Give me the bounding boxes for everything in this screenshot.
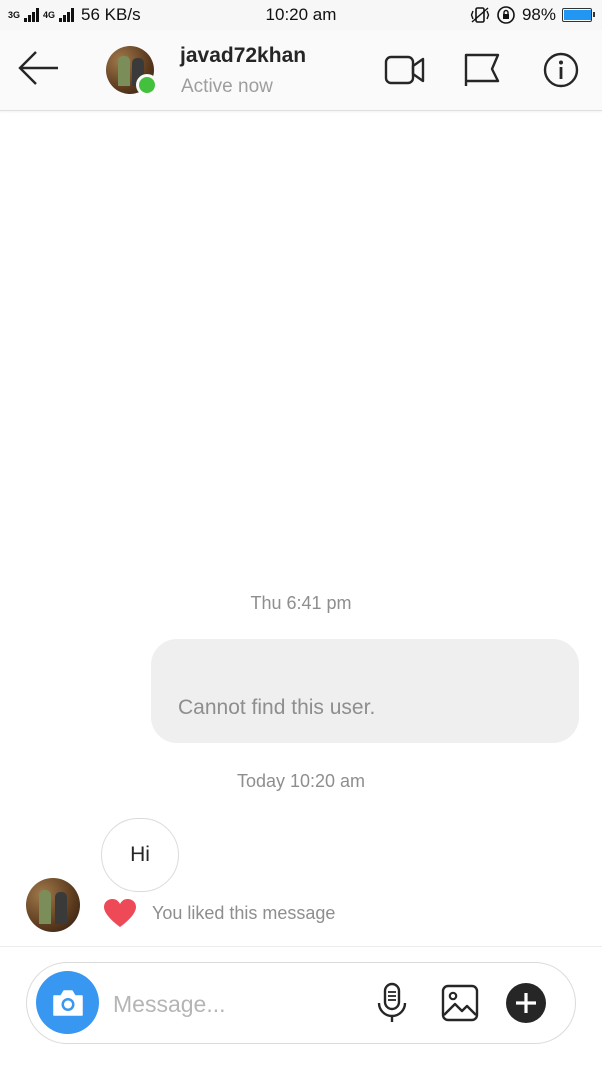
voice-message-button[interactable] [371,981,413,1025]
chat-header: javad72khan Active now [0,30,602,111]
add-icon [506,983,546,1023]
reaction-label: You liked this message [152,903,336,923]
info-button[interactable] [540,50,584,90]
status-right: 98% [470,5,595,25]
rotation-lock-icon [497,6,515,24]
report-button[interactable] [461,50,505,90]
profile-avatar[interactable] [106,46,158,96]
timestamp-divider: Thu 6:41 pm [250,593,352,613]
more-options-button[interactable] [505,981,547,1025]
composer-divider [0,946,602,947]
message-input[interactable] [111,981,355,1027]
gallery-button[interactable] [439,981,481,1025]
camera-button[interactable] [36,971,99,1034]
video-call-button[interactable] [383,50,427,90]
battery-icon [562,8,595,22]
sent-message-bubble[interactable]: Cannot find this user. [151,639,579,743]
received-message-bubble[interactable]: Hi [101,818,179,892]
camera-icon [52,989,83,1016]
video-call-icon [384,55,425,85]
timestamp-divider: Today 10:20 am [236,771,366,791]
chat-username[interactable]: javad72khan [180,44,306,68]
info-icon [543,52,579,88]
vibrate-icon [470,7,490,23]
active-status-text: Active now [181,76,273,97]
back-button[interactable] [16,48,64,92]
sender-avatar-image [26,878,80,932]
microphone-icon [377,982,407,1022]
message-composer [26,962,576,1044]
flag-icon [464,53,500,86]
arrow-left-icon [18,51,58,85]
active-status-dot [136,74,158,96]
sender-avatar[interactable] [26,878,80,932]
heart-icon[interactable] [103,898,137,928]
received-message-text: Hi [130,843,150,866]
battery-percent: 98% [521,5,556,24]
gallery-icon [441,984,479,1022]
sent-message-text: Cannot find this user. [178,696,376,719]
status-bar: 3G 4G 56 KB/s 10:20 am 98% [0,0,602,30]
